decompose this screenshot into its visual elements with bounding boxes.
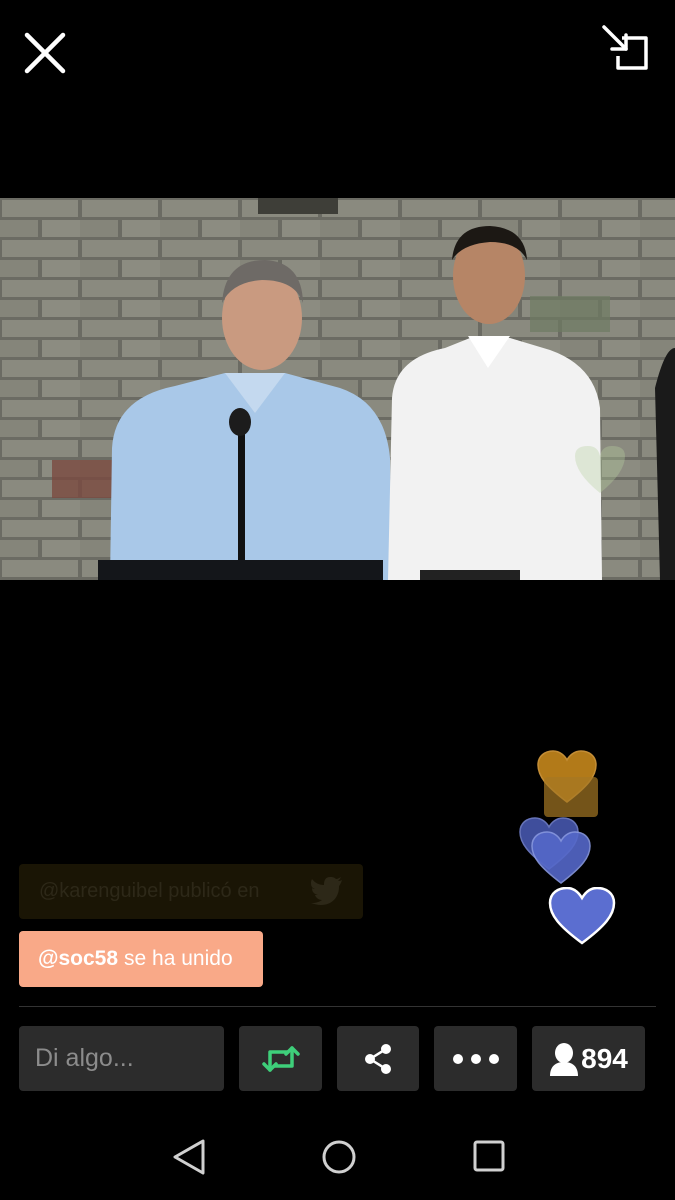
back-icon[interactable] <box>171 1138 207 1176</box>
user-joined-notice: @soc58 se ha unido <box>19 931 263 987</box>
close-button[interactable] <box>22 30 68 76</box>
divider <box>19 1006 656 1007</box>
minimize-button[interactable] <box>600 24 652 74</box>
more-button[interactable] <box>434 1026 517 1091</box>
picture-in-picture-icon <box>602 25 648 70</box>
heart-icon <box>531 831 591 884</box>
heart-icon <box>544 777 598 817</box>
chat-input[interactable] <box>19 1026 224 1091</box>
viewer-count: 894 <box>581 1042 628 1074</box>
person-icon <box>550 1042 579 1076</box>
heart-icon <box>548 887 616 945</box>
chat-comment: @karenguibel publicó en <box>19 864 363 919</box>
twitter-bird-icon <box>311 877 342 905</box>
close-icon <box>24 32 66 74</box>
comment-text: @karenguibel publicó en <box>39 880 260 902</box>
viewers-button[interactable]: 894 <box>532 1026 645 1091</box>
home-icon[interactable] <box>320 1138 358 1176</box>
recents-icon[interactable] <box>471 1138 507 1174</box>
retweet-button[interactable] <box>239 1026 322 1091</box>
share-icon <box>365 1043 391 1074</box>
joined-text: se ha unido <box>124 947 233 970</box>
video-scene <box>0 198 675 580</box>
system-navigation-bar <box>0 1110 675 1200</box>
more-icon <box>452 1053 499 1064</box>
share-button[interactable] <box>337 1026 419 1091</box>
periscope-broadcast-screen: @karenguibel publicó en @soc58 se ha uni… <box>0 0 675 1200</box>
floating-hearts <box>510 745 640 955</box>
retweet-icon <box>261 1045 300 1072</box>
broadcast-video[interactable] <box>0 198 675 580</box>
joined-username[interactable]: @soc58 <box>38 947 118 971</box>
